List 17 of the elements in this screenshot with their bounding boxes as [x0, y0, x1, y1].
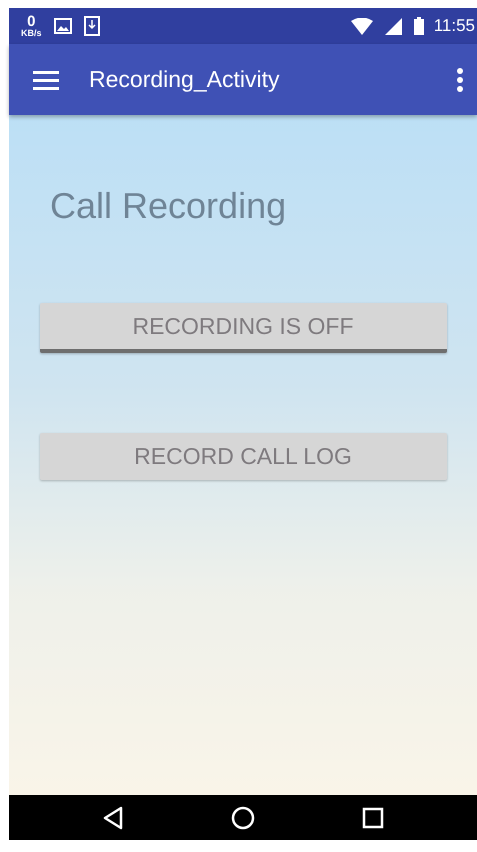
- speed-unit: KB/s: [21, 29, 42, 38]
- home-icon[interactable]: [230, 806, 255, 830]
- recording-toggle[interactable]: RECORDING IS OFF: [40, 303, 446, 353]
- signal-icon: [384, 18, 402, 34]
- download-icon: [84, 16, 100, 36]
- clock: 11:55: [434, 16, 475, 36]
- recents-icon[interactable]: [362, 806, 384, 828]
- screen-heading: Call Recording: [50, 185, 286, 227]
- battery-icon: [414, 17, 424, 35]
- app-title: Recording_Activity: [89, 66, 280, 93]
- more-options-icon[interactable]: [457, 68, 463, 92]
- speed-value: 0: [27, 14, 36, 29]
- record-call-log-button[interactable]: RECORD CALL LOG: [40, 433, 446, 480]
- wifi-icon: [350, 18, 373, 34]
- menu-icon[interactable]: [33, 70, 59, 90]
- back-icon[interactable]: [102, 806, 124, 830]
- image-icon: [54, 18, 72, 34]
